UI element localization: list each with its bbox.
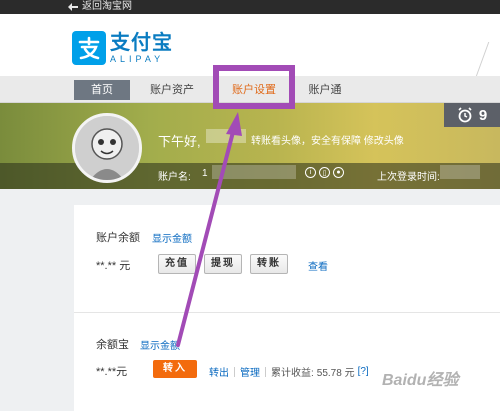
annotation-arrow-icon: [176, 112, 242, 347]
